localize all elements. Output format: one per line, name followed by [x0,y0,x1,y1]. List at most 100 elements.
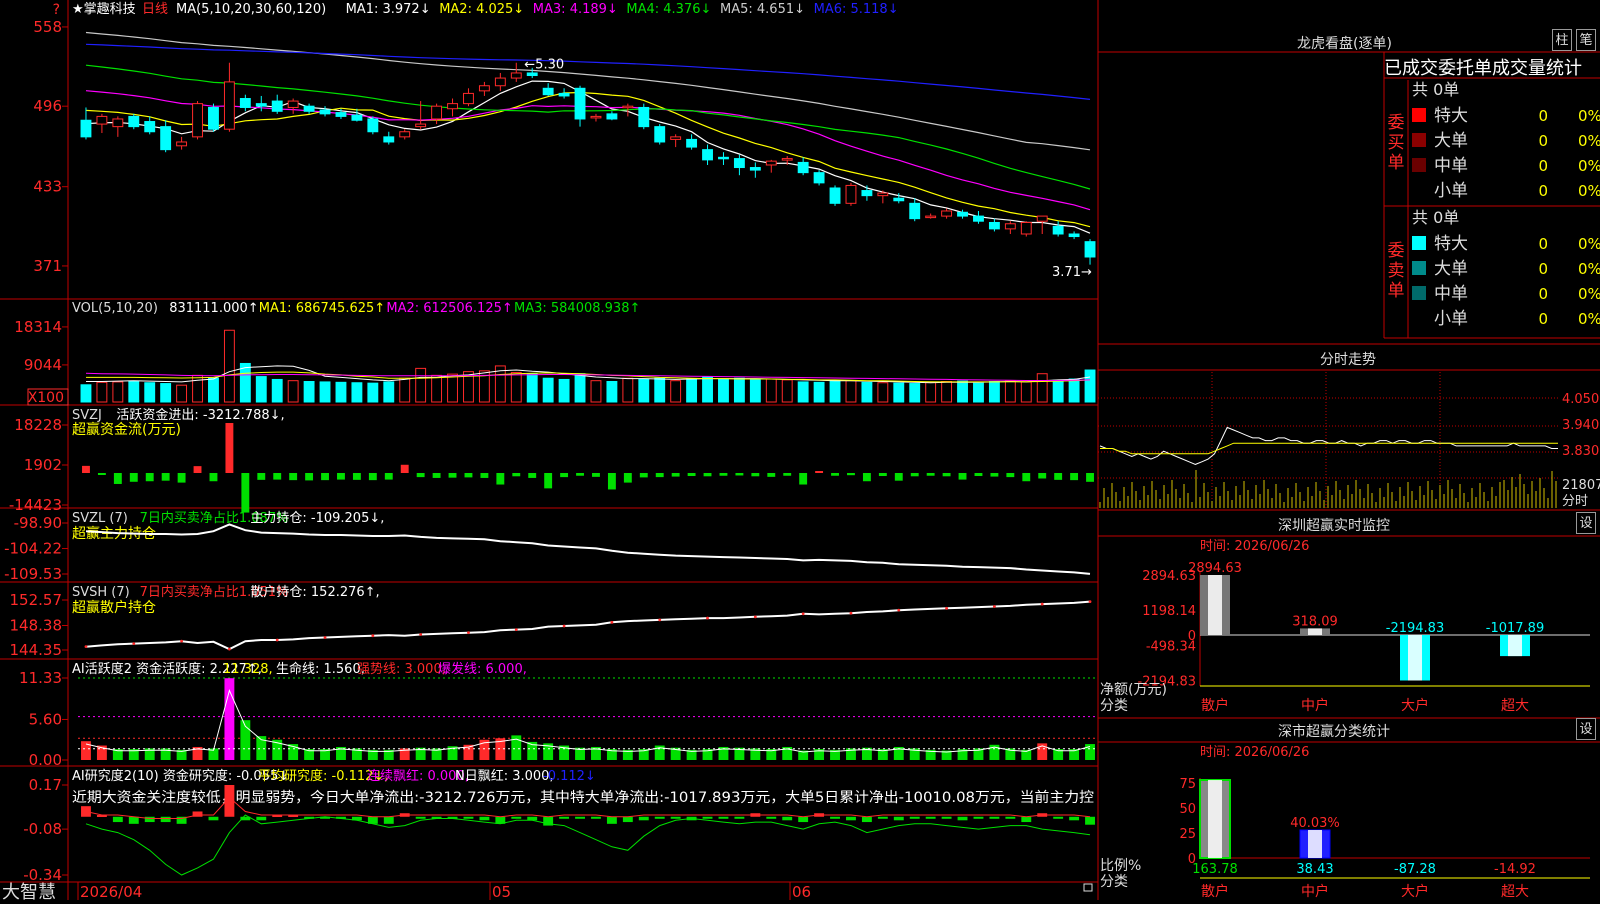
flow-bar[interactable] [113,473,122,484]
research-bar[interactable] [1053,816,1064,819]
volume-bar[interactable] [861,381,873,403]
volume-bar[interactable] [1004,380,1016,403]
flow-bar[interactable] [544,473,553,489]
flow-bar[interactable] [831,473,839,476]
volume-bar[interactable] [1036,373,1048,403]
research-bar[interactable] [144,816,155,823]
flow-bar[interactable] [735,473,744,476]
flow-bar[interactable] [352,473,361,480]
flow-bar[interactable] [1022,473,1031,482]
research-bar[interactable] [670,816,681,819]
research-bar[interactable] [479,816,490,821]
volume-bar[interactable] [606,381,618,403]
bar-mode-button[interactable]: 柱 [1552,29,1572,51]
volume-bar[interactable] [590,380,602,403]
candle[interactable] [383,136,395,143]
volume-bar[interactable] [128,381,140,403]
research-bar[interactable] [1021,816,1032,823]
flow-bar[interactable] [671,473,680,477]
research-bar[interactable] [830,816,840,819]
candle[interactable] [478,85,490,92]
research-bar[interactable] [383,816,394,824]
activity-bar[interactable] [1085,744,1095,760]
volume-bar[interactable] [526,373,538,403]
volume-bar[interactable] [351,382,363,403]
volume-bar[interactable] [160,383,172,403]
flow-bar[interactable] [767,473,776,477]
candle[interactable] [973,215,984,222]
volume-bar[interactable] [1052,379,1064,403]
research-bar[interactable] [511,816,522,819]
flow-bar[interactable] [257,473,266,480]
candle[interactable] [606,113,618,120]
volume-bar[interactable] [287,380,299,403]
candle[interactable] [638,106,650,128]
flow-bar[interactable] [496,473,505,485]
candle[interactable] [160,126,172,151]
research-bar[interactable] [766,816,777,819]
pen-mode-button[interactable]: 笔 [1576,29,1596,51]
research-bar[interactable] [208,816,219,821]
volume-bar[interactable] [223,329,235,403]
flow-bar[interactable] [209,473,218,482]
research-bar[interactable] [877,816,888,819]
volume-bar[interactable] [1020,381,1032,403]
volume-bar[interactable] [255,376,267,403]
candle[interactable] [463,92,474,105]
candle[interactable] [845,184,857,204]
flow-bar[interactable] [1006,473,1015,478]
candle[interactable] [542,87,554,96]
research-bar[interactable] [1069,816,1080,821]
flow-bar[interactable] [145,473,154,482]
research-bar[interactable] [527,816,538,821]
volume-bar[interactable] [447,373,458,403]
volume-bar[interactable] [925,381,937,403]
volume-bar[interactable] [112,381,124,403]
volume-bar[interactable] [335,381,347,403]
candle[interactable] [351,114,363,121]
flow-bar[interactable] [1054,473,1063,480]
flow-bar[interactable] [368,473,377,481]
candle[interactable] [797,161,809,174]
research-bar[interactable] [702,816,713,819]
flow-bar[interactable] [894,473,903,481]
volume-bar[interactable] [431,374,443,403]
candle[interactable] [1004,223,1016,230]
flow-bar[interactable] [225,423,234,474]
candle[interactable] [494,77,506,87]
volume-bar[interactable] [96,381,108,403]
volume-bar[interactable] [192,374,203,403]
research-bar[interactable] [1005,816,1016,819]
activity-bar[interactable] [81,741,91,760]
research-bar[interactable] [925,816,936,819]
candle[interactable] [686,138,698,148]
candle[interactable] [447,103,458,110]
research-bar[interactable] [1085,816,1095,825]
candle[interactable] [144,121,156,133]
candle[interactable] [1036,215,1048,222]
flow-bar[interactable] [560,473,569,478]
volume-bar[interactable] [1068,378,1080,403]
research-bar[interactable] [654,816,665,819]
volume-bar[interactable] [415,367,427,403]
candle[interactable] [925,215,937,219]
research-bar[interactable] [957,816,968,821]
research-bar[interactable] [575,816,585,819]
volume-bar[interactable] [622,377,634,403]
volume-bar[interactable] [957,380,968,403]
candle[interactable] [622,105,634,109]
flow-bar[interactable] [1086,473,1094,482]
volume-bar[interactable] [877,382,889,403]
candle[interactable] [112,118,124,128]
flow-bar[interactable] [273,473,282,480]
volume-bar[interactable] [813,381,825,403]
volume-bar[interactable] [558,378,570,403]
candle[interactable] [526,72,538,77]
flow-bar[interactable] [958,473,967,480]
flow-bar[interactable] [321,473,329,481]
flow-bar[interactable] [289,473,298,481]
volume-bar[interactable] [973,382,984,403]
flow-bar[interactable] [400,464,409,474]
candle[interactable] [718,156,729,160]
research-bar[interactable] [606,816,617,824]
